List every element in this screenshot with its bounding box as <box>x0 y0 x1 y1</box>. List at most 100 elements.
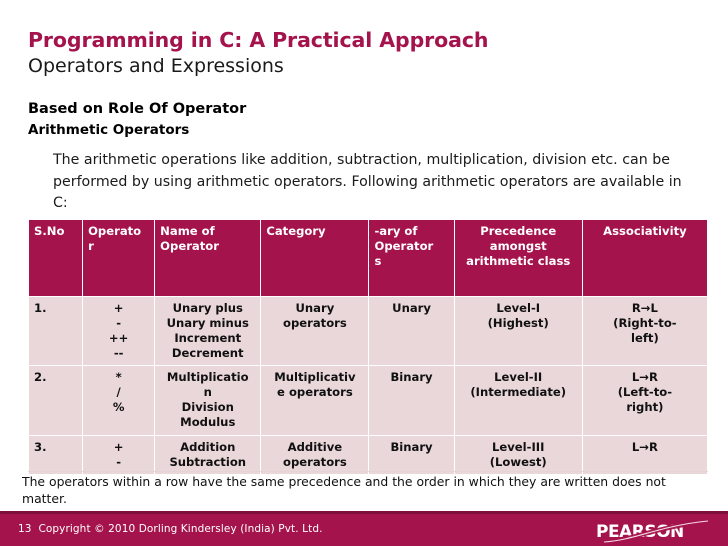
cell-category: Unary operators <box>260 295 370 367</box>
cell-sno: 1. <box>28 295 84 367</box>
cell-line: * <box>115 370 122 385</box>
table-header-row: S.No Operato r Name of Operator Category… <box>28 219 708 297</box>
cell-line: (Left-to- <box>617 385 673 400</box>
header-text: arithmetic class <box>466 254 571 269</box>
cell-line: 2. <box>34 370 47 385</box>
slide-canvas: Programming in C: A Practical Approach O… <box>0 0 728 546</box>
table-body: 1. + - ++ -- Unary plus Unary minus Increment De… <box>28 295 708 474</box>
section-heading-primary: Based on Role Of Operator <box>28 101 247 117</box>
cell-line: operators <box>283 316 347 331</box>
table-row: 3. + - Addition Subtraction Additive operators… <box>28 434 708 474</box>
header-text: r <box>88 239 94 254</box>
cell-line: left) <box>631 331 659 346</box>
cell-line: Unary minus <box>166 316 249 331</box>
cell-line: L→R <box>631 439 658 454</box>
column-header-precedence: Precedence amongst arithmetic class <box>453 219 583 297</box>
pearson-logo: PEARSON <box>594 518 714 544</box>
cell-line: R→L <box>631 301 658 315</box>
header-text: Name of <box>160 224 215 238</box>
header-text: s <box>374 254 382 269</box>
operators-table-container: S.No Operato r Name of Operator Category… <box>28 219 708 474</box>
title-block: Programming in C: A Practical Approach O… <box>28 28 700 79</box>
cell-line: + <box>113 301 124 315</box>
cell-line: Increment <box>174 331 242 346</box>
cell-line: Level-II <box>494 370 543 385</box>
cell-line: -- <box>113 346 124 361</box>
cell-line: ++ <box>108 331 129 346</box>
cell-ary: Binary <box>368 434 455 474</box>
cell-line: (Highest) <box>487 316 549 331</box>
cell-line: Multiplicatio <box>166 370 249 385</box>
column-header-sno: S.No <box>28 219 84 297</box>
operators-table: S.No Operato r Name of Operator Category… <box>28 219 708 474</box>
cell-precedence: Level-II (Intermediate) <box>453 365 583 436</box>
cell-sno: 3. <box>28 434 84 474</box>
cell-line: - <box>116 316 122 331</box>
table-row: 2. * /% Multiplicatio n Division Modulus Multip… <box>28 365 708 436</box>
cell-associativity: R→L (Right-to-left) <box>581 295 708 367</box>
cell-line: 3. <box>34 439 47 454</box>
table-row: 1. + - ++ -- Unary plus Unary minus Increment De… <box>28 295 708 367</box>
cell-line: Level-I <box>496 301 541 315</box>
section-heading-block: Based on Role Of Operator Arithmetic Ope… <box>28 99 700 141</box>
cell-line: e operators <box>277 385 353 400</box>
cell-line: 1. <box>34 301 47 315</box>
cell-line: Unary <box>295 301 335 315</box>
header-text: -ary of <box>374 224 418 238</box>
cell-precedence: Level-I (Highest) <box>453 295 583 367</box>
header-text: Associativity <box>603 224 687 238</box>
cell-line: Multiplicativ <box>274 370 356 385</box>
header-text: Category <box>266 224 326 238</box>
header-text: Precedence <box>480 224 557 238</box>
footer-copyright: 13 Copyright © 2010 Dorling Kindersley (… <box>18 523 323 535</box>
section-heading-secondary: Arithmetic Operators <box>28 122 190 139</box>
svg-text:PEARSON: PEARSON <box>596 522 684 542</box>
cell-line: / <box>116 385 121 400</box>
header-text: amongst <box>489 239 547 254</box>
cell-line: Additive <box>287 439 343 454</box>
cell-line: Unary <box>392 301 431 315</box>
table-header-row-group: S.No Operato r Name of Operator Category… <box>28 219 708 297</box>
cell-line: Decrement <box>171 346 244 361</box>
cell-name: Addition Subtraction <box>154 434 262 474</box>
cell-line: Unary plus <box>172 301 243 315</box>
footer-copyright-text: Copyright © 2010 Dorling Kindersley (Ind… <box>38 523 323 535</box>
cell-line: Level-III <box>492 439 545 454</box>
cell-line: + <box>113 439 124 454</box>
cell-name: Multiplicatio n Division Modulus <box>154 365 262 436</box>
cell-line: operators <box>283 454 347 469</box>
column-header-associativity: Associativity <box>581 219 708 297</box>
cell-line: right) <box>626 400 664 415</box>
cell-ary: Binary <box>368 365 455 436</box>
cell-line: Division <box>181 400 234 415</box>
cell-line: (Lowest) <box>489 454 547 469</box>
footnote-text: The operators within a row have the same… <box>22 474 666 506</box>
cell-line: L→R <box>631 370 658 385</box>
cell-precedence: Level-III (Lowest) <box>453 434 583 474</box>
cell-line: Binary <box>390 370 433 385</box>
column-header-name-of-operator: Name of Operator <box>154 219 262 297</box>
cell-associativity: L→R (Left-to-right) <box>581 365 708 436</box>
column-header-ary-of-operators: -ary of Operator s <box>368 219 455 297</box>
footer-bar: 13 Copyright © 2010 Dorling Kindersley (… <box>0 511 728 546</box>
column-header-operator: Operato r <box>82 219 156 297</box>
cell-operators: + - <box>82 434 156 474</box>
cell-line: (Right-to- <box>613 316 677 331</box>
page-title: Programming in C: A Practical Approach <box>28 28 489 52</box>
header-text: S.No <box>34 224 65 238</box>
header-text: Operator <box>374 239 434 254</box>
cell-category: Additive operators <box>260 434 370 474</box>
cell-line: % <box>112 400 125 415</box>
cell-operators: + - ++ -- <box>82 295 156 367</box>
cell-line: Addition <box>180 439 236 454</box>
body-paragraph: The arithmetic operations like addition,… <box>53 152 682 212</box>
cell-line: (Intermediate) <box>470 385 567 400</box>
cell-category: Multiplicativ e operators <box>260 365 370 436</box>
cell-associativity: L→R <box>581 434 708 474</box>
cell-line: n <box>203 385 212 400</box>
page-subtitle: Operators and Expressions <box>28 55 284 77</box>
footer-page-number: 13 <box>18 523 32 535</box>
cell-line: Modulus <box>180 415 236 430</box>
cell-sno: 2. <box>28 365 84 436</box>
cell-line: Binary <box>390 439 433 454</box>
